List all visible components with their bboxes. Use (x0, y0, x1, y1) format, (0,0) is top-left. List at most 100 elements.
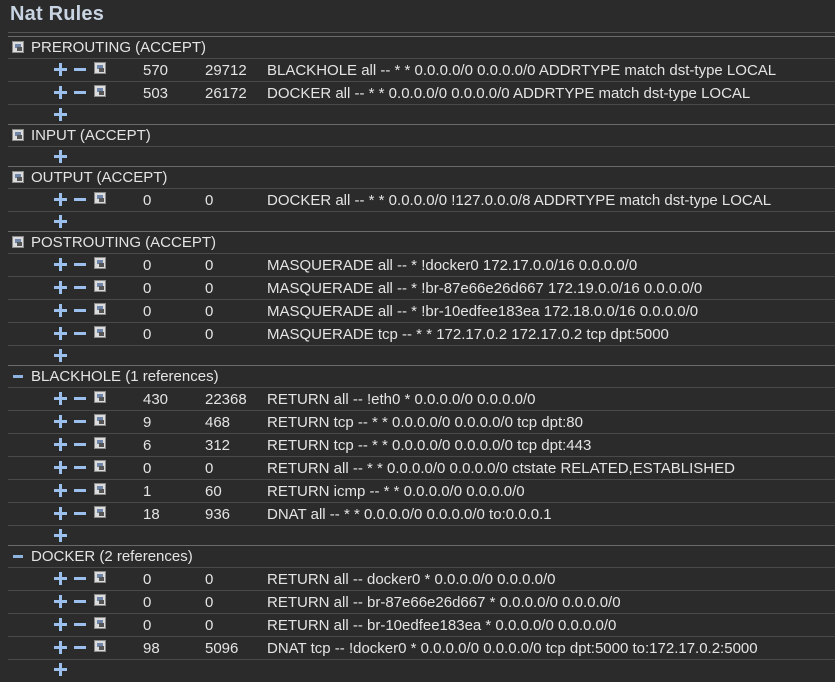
rule-bytes: 312 (205, 437, 231, 454)
delete-rule-minus-icon[interactable] (74, 646, 86, 649)
edit-rule-icon[interactable] (94, 62, 106, 74)
insert-rule-plus-icon[interactable] (54, 327, 67, 340)
delete-rule-minus-icon[interactable] (74, 466, 86, 469)
edit-rule-icon[interactable] (94, 391, 106, 403)
insert-rule-plus-icon[interactable] (54, 641, 67, 654)
delete-rule-minus-icon[interactable] (74, 420, 86, 423)
edit-rule-icon[interactable] (94, 85, 106, 97)
insert-rule-plus-icon[interactable] (54, 415, 67, 428)
delete-rule-minus-icon[interactable] (74, 443, 86, 446)
delete-rule-minus-icon[interactable] (74, 600, 86, 603)
insert-rule-plus-icon[interactable] (54, 572, 67, 585)
edit-rule-icon[interactable] (94, 192, 106, 204)
rule-spec: MASQUERADE all -- * !docker0 172.17.0.0/… (267, 257, 638, 274)
edit-chain-icon[interactable] (12, 236, 24, 248)
edit-rule-icon[interactable] (94, 414, 106, 426)
insert-rule-plus-icon[interactable] (54, 281, 67, 294)
delete-rule-minus-icon[interactable] (74, 577, 86, 580)
append-rule-plus-icon[interactable] (54, 108, 67, 121)
rule-spec: BLACKHOLE all -- * * 0.0.0.0/0 0.0.0.0/0… (267, 62, 777, 79)
delete-rule-minus-icon[interactable] (74, 198, 86, 201)
chain-label: PREROUTING (ACCEPT) (31, 39, 207, 56)
rule-bytes: 0 (205, 280, 214, 297)
insert-rule-plus-icon[interactable] (54, 438, 67, 451)
delete-rule-minus-icon[interactable] (74, 263, 86, 266)
rule-row: 430 22368 RETURN all -- !eth0 * 0.0.0.0/0 … (8, 387, 835, 410)
delete-rule-minus-icon[interactable] (74, 309, 86, 312)
insert-rule-plus-icon[interactable] (54, 258, 67, 271)
insert-rule-plus-icon[interactable] (54, 484, 67, 497)
collapse-chain-icon[interactable] (13, 375, 23, 378)
rule-row: 0 0 MASQUERADE all -- * !docker0 172.17.0.… (8, 253, 835, 276)
edit-rule-icon[interactable] (94, 460, 106, 472)
rule-row: 0 0 RETURN all -- * * 0.0.0.0/0 0.0.0.0/0 … (8, 456, 835, 479)
chain-label: POSTROUTING (ACCEPT) (31, 234, 217, 251)
delete-rule-minus-icon[interactable] (74, 623, 86, 626)
edit-chain-icon[interactable] (12, 41, 24, 53)
insert-rule-plus-icon[interactable] (54, 618, 67, 631)
rule-packets: 570 (143, 62, 169, 79)
edit-chain-icon[interactable] (12, 171, 24, 183)
chain-header[interactable]: OUTPUT (ACCEPT) (8, 166, 835, 188)
delete-rule-minus-icon[interactable] (74, 91, 86, 94)
delete-rule-minus-icon[interactable] (74, 332, 86, 335)
insert-rule-plus-icon[interactable] (54, 63, 67, 76)
collapse-chain-icon[interactable] (13, 555, 23, 558)
append-rule-plus-icon[interactable] (54, 529, 67, 542)
rule-row: 0 0 MASQUERADE all -- * !br-10edfee183ea 1… (8, 299, 835, 322)
append-rule-plus-icon[interactable] (54, 349, 67, 362)
rule-packets: 9 (143, 414, 152, 431)
rule-spec: RETURN icmp -- * * 0.0.0.0/0 0.0.0.0/0 (267, 483, 525, 500)
rule-packets: 1 (143, 483, 152, 500)
rule-packets: 0 (143, 303, 152, 320)
delete-rule-minus-icon[interactable] (74, 286, 86, 289)
rule-packets: 0 (143, 460, 152, 477)
chain-header[interactable]: DOCKER (2 references) (8, 545, 835, 567)
delete-rule-minus-icon[interactable] (74, 68, 86, 71)
append-rule-plus-icon[interactable] (54, 215, 67, 228)
delete-rule-minus-icon[interactable] (74, 489, 86, 492)
rule-spec: RETURN all -- br-87e66e26d667 * 0.0.0.0/… (267, 594, 621, 611)
rule-row: 6 312 RETURN tcp -- * * 0.0.0.0/0 0.0.0.0/… (8, 433, 835, 456)
chain-header[interactable]: PREROUTING (ACCEPT) (8, 36, 835, 58)
edit-rule-icon[interactable] (94, 303, 106, 315)
edit-rule-icon[interactable] (94, 483, 106, 495)
chain-label: OUTPUT (ACCEPT) (31, 169, 168, 186)
chain-header[interactable]: INPUT (ACCEPT) (8, 124, 835, 146)
edit-rule-icon[interactable] (94, 437, 106, 449)
insert-rule-plus-icon[interactable] (54, 461, 67, 474)
edit-rule-icon[interactable] (94, 280, 106, 292)
rule-row: 98 5096 DNAT tcp -- !docker0 * 0.0.0.0/0 0… (8, 636, 835, 659)
edit-rule-icon[interactable] (94, 617, 106, 629)
rule-bytes: 0 (205, 192, 214, 209)
chain-header[interactable]: BLACKHOLE (1 references) (8, 365, 835, 387)
edit-rule-icon[interactable] (94, 326, 106, 338)
rule-row: 570 29712 BLACKHOLE all -- * * 0.0.0.0/0 0… (8, 58, 835, 81)
insert-rule-plus-icon[interactable] (54, 507, 67, 520)
append-rule-plus-icon[interactable] (54, 663, 67, 676)
rule-bytes: 0 (205, 257, 214, 274)
delete-rule-minus-icon[interactable] (74, 512, 86, 515)
edit-rule-icon[interactable] (94, 571, 106, 583)
edit-chain-icon[interactable] (12, 129, 24, 141)
rule-bytes: 468 (205, 414, 231, 431)
insert-rule-plus-icon[interactable] (54, 304, 67, 317)
chain-label: BLACKHOLE (1 references) (31, 368, 219, 385)
rule-packets: 503 (143, 85, 169, 102)
rule-bytes: 0 (205, 460, 214, 477)
rule-bytes: 0 (205, 617, 214, 634)
insert-rule-plus-icon[interactable] (54, 86, 67, 99)
insert-rule-plus-icon[interactable] (54, 193, 67, 206)
rule-row: 0 0 RETURN all -- br-10edfee183ea * 0.0.0.… (8, 613, 835, 636)
delete-rule-minus-icon[interactable] (74, 397, 86, 400)
append-rule-plus-icon[interactable] (54, 150, 67, 163)
chain-header[interactable]: POSTROUTING (ACCEPT) (8, 231, 835, 253)
insert-rule-plus-icon[interactable] (54, 595, 67, 608)
edit-rule-icon[interactable] (94, 640, 106, 652)
insert-rule-plus-icon[interactable] (54, 392, 67, 405)
rule-row: 18 936 DNAT all -- * * 0.0.0.0/0 0.0.0.0/0… (8, 502, 835, 525)
rule-spec: DOCKER all -- * * 0.0.0.0/0 0.0.0.0/0 AD… (267, 85, 751, 102)
edit-rule-icon[interactable] (94, 594, 106, 606)
edit-rule-icon[interactable] (94, 506, 106, 518)
edit-rule-icon[interactable] (94, 257, 106, 269)
